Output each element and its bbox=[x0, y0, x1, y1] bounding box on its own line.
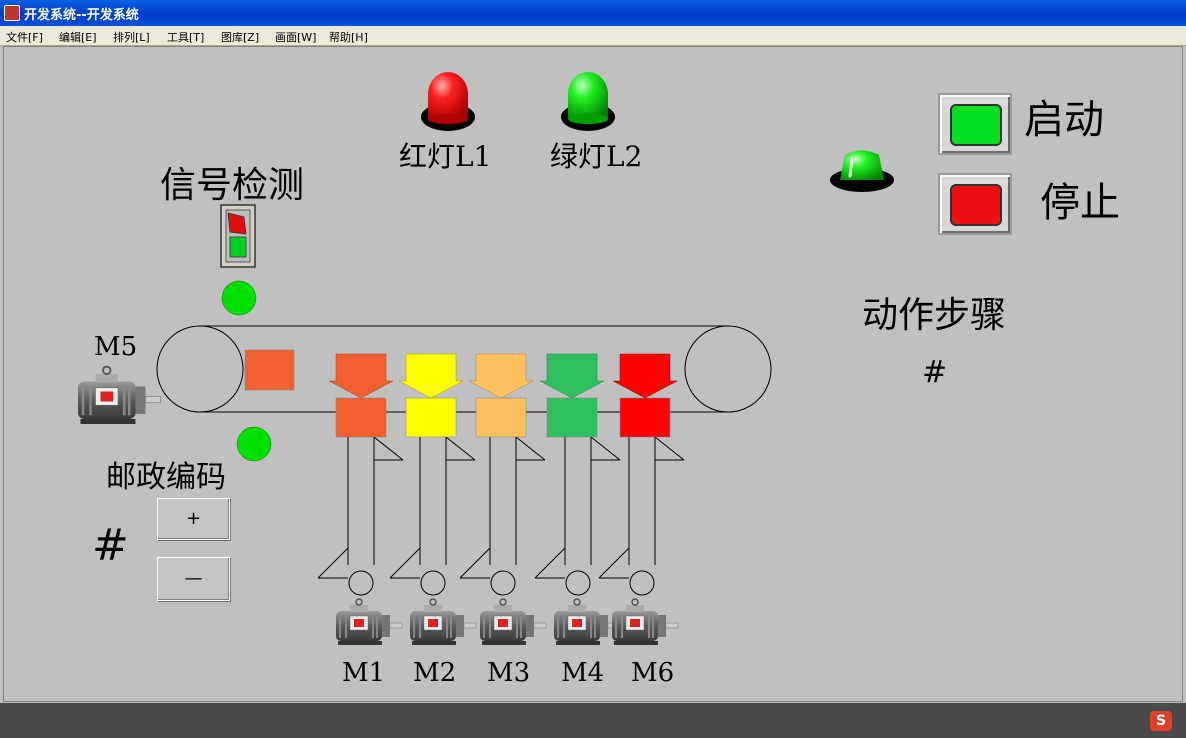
status-bar: S bbox=[0, 703, 1186, 738]
pusher-5 bbox=[612, 353, 678, 438]
motor-m3-label: M3 bbox=[487, 658, 531, 688]
run-indicator-lamp-icon bbox=[830, 150, 894, 192]
motor-m2-icon bbox=[409, 598, 477, 646]
package-box bbox=[244, 349, 295, 391]
pusher-3 bbox=[468, 353, 534, 438]
pusher-4 bbox=[539, 353, 605, 438]
start-label: 启动 bbox=[1024, 97, 1104, 143]
signal-detect-label: 信号检测 bbox=[160, 165, 305, 206]
motor-m2-label: M2 bbox=[413, 658, 457, 688]
ime-icon[interactable]: S bbox=[1150, 711, 1172, 731]
motor-m4-label: M4 bbox=[561, 658, 605, 688]
action-step-label: 动作步骤 bbox=[862, 295, 1007, 336]
chutes bbox=[317, 436, 685, 596]
motor-m1-icon bbox=[335, 598, 403, 646]
sensor-indicator-bottom bbox=[236, 426, 272, 462]
start-button[interactable] bbox=[938, 93, 1012, 155]
motor-m5-icon bbox=[77, 365, 162, 425]
sensor-indicator-top bbox=[221, 280, 257, 316]
pusher-1 bbox=[328, 353, 394, 438]
decrement-button[interactable]: — bbox=[157, 557, 230, 601]
red-lamp-label: 红灯L1 bbox=[399, 140, 492, 173]
motor-m6-label: M6 bbox=[631, 658, 675, 688]
stop-label: 停止 bbox=[1040, 180, 1120, 226]
motor-m5-label: M5 bbox=[94, 332, 138, 362]
stop-button-face bbox=[950, 184, 1002, 226]
motor-m6-icon bbox=[611, 598, 679, 646]
stop-button[interactable] bbox=[938, 173, 1012, 235]
green-lamp-icon bbox=[561, 72, 615, 131]
motor-m1-label: M1 bbox=[342, 658, 386, 688]
red-lamp-icon bbox=[421, 72, 475, 131]
postal-code-label: 邮政编码 bbox=[106, 460, 226, 495]
motor-m4-icon bbox=[553, 598, 621, 646]
green-lamp-label: 绿灯L2 bbox=[550, 140, 643, 173]
pusher-2 bbox=[398, 353, 464, 438]
motor-m3-icon bbox=[479, 598, 547, 646]
postal-code-value: # bbox=[92, 520, 129, 571]
action-step-value: # bbox=[922, 355, 948, 390]
start-button-face bbox=[950, 104, 1002, 146]
signal-toggle-switch[interactable] bbox=[220, 204, 256, 268]
increment-button[interactable]: + bbox=[157, 498, 230, 540]
